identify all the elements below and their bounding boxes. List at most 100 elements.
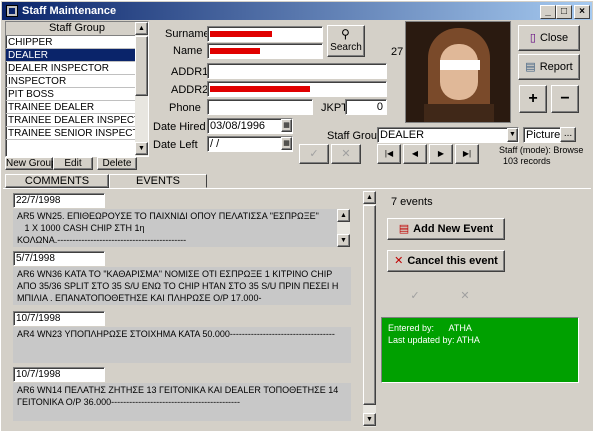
cancel-event-label: Cancel this event: [407, 255, 498, 267]
redacted-address: [210, 86, 310, 93]
list-item[interactable]: 5/7/1998 AR6 WN36 ΚΑΤΑ ΤΟ "ΚΑΘΑΡΙΣΜΑ" ΝΟ…: [5, 251, 361, 309]
staff-group-value: DEALER: [380, 129, 425, 141]
date-left-label: Date Left: [153, 139, 198, 151]
binoculars-icon: ⚲: [341, 27, 350, 41]
cancel-event-button[interactable]: ✕ Cancel this event: [387, 250, 505, 272]
phone-field[interactable]: [207, 99, 313, 115]
event-scrollbar[interactable]: ▲ ▼: [337, 209, 350, 247]
staff-group-select[interactable]: DEALER: [377, 127, 519, 143]
report-button[interactable]: ▤ Report: [518, 54, 580, 80]
redaction-bar: [440, 60, 480, 70]
title-bar[interactable]: Staff Maintenance _ □ ×: [2, 2, 592, 20]
staff-mode-status: Staff (mode): Browse: [499, 145, 584, 155]
event-date[interactable]: 22/7/1998: [13, 193, 105, 208]
picture-field[interactable]: Picture: [523, 127, 561, 143]
name-label: Name: [173, 45, 203, 57]
staff-photo: [405, 21, 511, 123]
close-icon: ✕: [394, 255, 404, 267]
scroll-down-icon[interactable]: ▼: [135, 142, 148, 155]
staff-maintenance-window: Staff Maintenance _ □ × Staff Group CHIP…: [0, 0, 594, 432]
addr2-field[interactable]: [207, 81, 387, 97]
events-scrollbar[interactable]: ▲ ▼: [363, 191, 376, 427]
chevron-down-icon[interactable]: ▼: [507, 128, 518, 142]
search-button-label: Search: [330, 42, 362, 53]
discard-event-button[interactable]: ✕: [455, 289, 475, 303]
new-group-button[interactable]: New Group: [5, 157, 57, 170]
cancel-edit-button[interactable]: ✕: [331, 144, 361, 164]
event-text[interactable]: AR5 WN25. ΕΠΙΘΕΩΡΟΥΣΕ ΤΟ ΠΑΙΧΝΙΔΙ ΟΠΟΥ Π…: [13, 209, 337, 247]
events-list[interactable]: 22/7/1998 AR5 WN25. ΕΠΙΘΕΩΡΟΥΣΕ ΤΟ ΠΑΙΧΝ…: [5, 191, 375, 427]
delete-group-button[interactable]: Delete: [97, 157, 137, 170]
redacted-surname: [210, 31, 272, 38]
event-date[interactable]: 10/7/1998: [13, 367, 105, 382]
staff-group-list[interactable]: Staff Group CHIPPER DEALER DEALER INSPEC…: [5, 21, 149, 157]
list-item[interactable]: 10/7/1998 AR6 WN14 ΠΕΛΑΤΗΣ ΖΗΤΗΣΕ 13 ΓΕΙ…: [5, 367, 361, 427]
date-left-value: / /: [210, 138, 220, 150]
jkpt-label: JKPT: [321, 102, 348, 114]
list-item[interactable]: 10/7/1998 AR4 WN23 ΥΠΟΠΛΗΡΩΣΕ ΣΤΟΙΧΗΜΑ Κ…: [5, 309, 361, 365]
calendar-icon[interactable]: ▦: [281, 137, 292, 150]
name-field[interactable]: [207, 43, 323, 59]
add-event-icon: ▤: [398, 223, 410, 235]
confirm-event-button[interactable]: ✓: [405, 289, 425, 303]
event-date[interactable]: 5/7/1998: [13, 251, 105, 266]
door-icon: ▯: [529, 32, 536, 44]
prev-record-button[interactable]: ◀: [403, 144, 427, 164]
tab-events[interactable]: EVENTS: [109, 174, 207, 188]
add-record-button[interactable]: +: [519, 85, 547, 113]
close-button[interactable]: ▯ Close: [518, 25, 580, 51]
list-item[interactable]: TRAINEE DEALER INSPECTOR: [6, 114, 148, 127]
picture-browse-button[interactable]: ...: [560, 127, 576, 142]
list-item[interactable]: CHIPPER: [6, 36, 148, 49]
last-updated-by: Last updated by: ATHA: [388, 335, 480, 345]
tab-divider: [3, 188, 591, 189]
tab-comments[interactable]: COMMENTS: [5, 174, 109, 188]
scroll-up-icon[interactable]: ▲: [337, 209, 350, 222]
event-date[interactable]: 10/7/1998: [13, 311, 105, 326]
entered-by: Entered by: ATHA: [388, 323, 472, 333]
list-item[interactable]: DEALER INSPECTOR: [6, 62, 148, 75]
add-new-event-label: Add New Event: [413, 223, 494, 235]
scroll-thumb[interactable]: [135, 36, 148, 96]
addr1-field[interactable]: [207, 63, 387, 79]
first-record-button[interactable]: |◀: [377, 144, 401, 164]
events-count: 7 events: [391, 196, 433, 208]
close-window-button[interactable]: ×: [574, 5, 590, 19]
maximize-button[interactable]: □: [556, 5, 572, 19]
records-count: 103 records: [503, 156, 551, 166]
staff-group-scrollbar[interactable]: ▲ ▼: [135, 22, 148, 156]
list-item[interactable]: PIT BOSS: [6, 88, 148, 101]
date-hired-label: Date Hired: [153, 121, 206, 133]
next-record-button[interactable]: ▶: [429, 144, 453, 164]
last-record-button[interactable]: ▶|: [455, 144, 479, 164]
surname-field[interactable]: [207, 26, 323, 42]
list-item[interactable]: TRAINEE SENIOR INSPECTOR: [6, 127, 148, 140]
staff-group-label: Staff Group: [327, 130, 384, 142]
confirm-button[interactable]: ✓: [299, 144, 329, 164]
scroll-down-icon[interactable]: ▼: [337, 234, 350, 247]
calendar-icon[interactable]: ▦: [281, 119, 292, 132]
list-item[interactable]: 22/7/1998 AR5 WN25. ΕΠΙΘΕΩΡΟΥΣΕ ΤΟ ΠΑΙΧΝ…: [5, 191, 361, 251]
list-item[interactable]: TRAINEE DEALER: [6, 101, 148, 114]
addr1-label: ADDR1: [171, 66, 209, 78]
edit-group-button[interactable]: Edit: [53, 157, 93, 170]
window-title: Staff Maintenance: [22, 5, 117, 17]
scroll-thumb[interactable]: [363, 205, 376, 405]
scroll-down-icon[interactable]: ▼: [363, 413, 376, 426]
jkpt-field[interactable]: 0: [345, 99, 387, 115]
date-hired-value: 03/08/1996: [210, 120, 266, 132]
redacted-name: [210, 48, 260, 55]
add-new-event-button[interactable]: ▤ Add New Event: [387, 218, 505, 240]
event-text[interactable]: AR6 WN14 ΠΕΛΑΤΗΣ ΖΗΤΗΣΕ 13 ΓΕΙΤΟΝΙΚΑ ΚΑΙ…: [13, 383, 351, 421]
event-text[interactable]: AR4 WN23 ΥΠΟΠΛΗΡΩΣΕ ΣΤΟΙΧΗΜΑ ΚΑΤΑ 50.000…: [13, 327, 351, 363]
list-item-selected[interactable]: DEALER: [6, 49, 148, 62]
minimize-button[interactable]: _: [540, 5, 556, 19]
search-button[interactable]: ⚲ Search: [327, 25, 365, 57]
scroll-up-icon[interactable]: ▲: [135, 22, 148, 35]
list-item[interactable]: INSPECTOR: [6, 75, 148, 88]
shoulders-shape: [424, 104, 494, 122]
close-button-label: Close: [539, 32, 569, 44]
scroll-up-icon[interactable]: ▲: [363, 191, 376, 204]
remove-record-button[interactable]: −: [551, 85, 579, 113]
event-text[interactable]: AR6 WN36 ΚΑΤΑ ΤΟ "ΚΑΘΑΡΙΣΜΑ" ΝΟΜΙΣΕ ΟΤΙ …: [13, 267, 351, 305]
